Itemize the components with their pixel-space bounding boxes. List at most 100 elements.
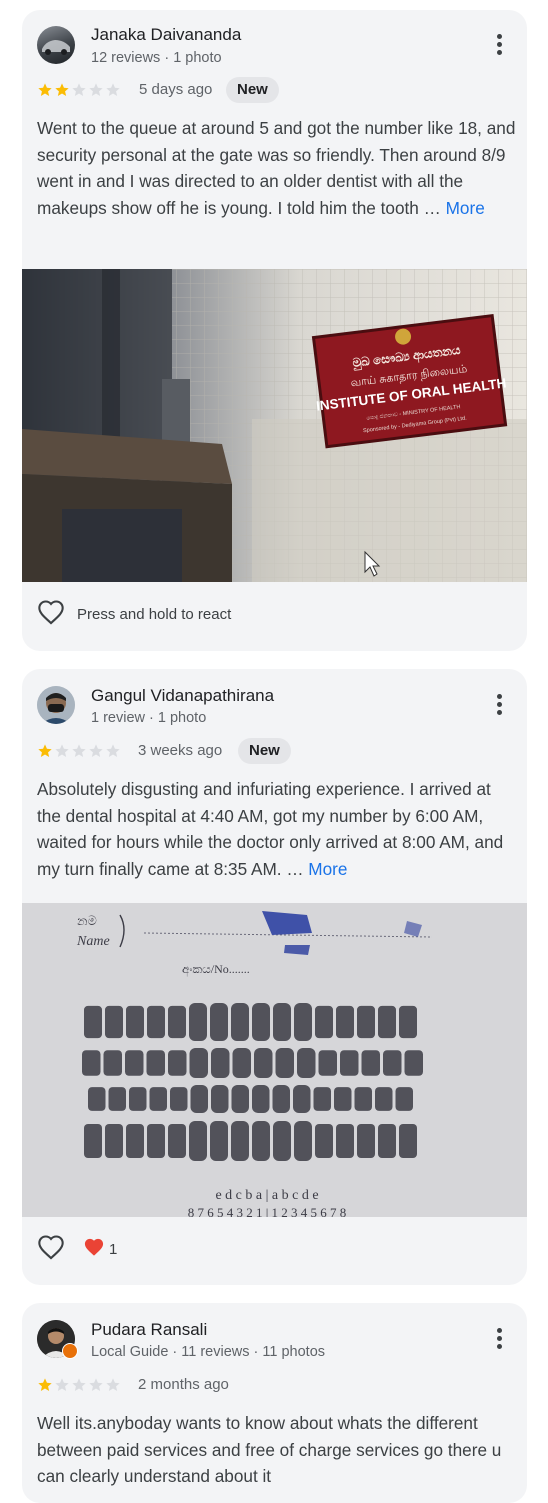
star-empty-icon [89, 83, 103, 96]
tooth-shape [170, 1087, 188, 1111]
star-empty-icon [55, 1378, 69, 1391]
more-options-icon[interactable] [495, 694, 503, 720]
tooth-shape [383, 1050, 402, 1076]
avatar[interactable] [37, 1320, 78, 1359]
tooth-shape [126, 1124, 144, 1158]
tooth-shape [315, 1005, 333, 1039]
tooth-shape [357, 1124, 375, 1158]
tooth-shape [336, 1124, 354, 1158]
star-empty-icon [72, 83, 86, 96]
tooth-shape [82, 1050, 101, 1076]
tooth-shape [313, 1087, 331, 1111]
review-card: Janaka Daivananda 12 reviews · 1 photo 5… [22, 10, 527, 651]
star-empty-icon [106, 1378, 120, 1391]
tooth-shape [254, 1048, 273, 1078]
permanent-teeth-numbers: 8 7 6 5 4 3 2 1 | 1 2 3 4 5 6 7 8 [188, 1205, 347, 1217]
tooth-shape [354, 1087, 372, 1111]
more-options-icon[interactable] [495, 34, 503, 60]
tooth-shape [126, 1005, 144, 1039]
star-filled-icon [55, 83, 69, 96]
clinic-sign-photo: මුඛ සෞඛ්‍ය ආයතනය வாய் சுகாதார நிலையம் IN… [22, 269, 527, 582]
review-card: Gangul Vidanapathirana 1 review · 1 phot… [22, 669, 527, 1285]
tooth-shape [399, 1124, 417, 1158]
star-empty-icon [55, 744, 69, 757]
tooth-shape [273, 1121, 291, 1161]
review-text-body: Went to the queue at around 5 and got th… [37, 118, 516, 218]
star-filled-icon [38, 1378, 52, 1391]
tooth-shape [211, 1085, 229, 1113]
tooth-shape [129, 1087, 147, 1111]
tooth-shape [404, 1050, 423, 1076]
tooth-shape [293, 1085, 311, 1113]
tooth-shape [189, 1121, 207, 1161]
star-empty-icon [72, 744, 86, 757]
heart-outline-icon[interactable] [37, 1234, 65, 1265]
tooth-shape [84, 1124, 102, 1158]
tooth-shape [272, 1085, 290, 1113]
review-text: Well its.anyboday wants to know about wh… [37, 1413, 502, 1487]
tooth-shape [168, 1005, 186, 1039]
tooth-shape [84, 1005, 102, 1039]
review-photo[interactable]: මුඛ සෞඛ්‍ය ආයතනය வாய் சுகாதார நிலையம் IN… [22, 269, 527, 582]
red-heart-icon[interactable] [83, 1237, 105, 1262]
star-empty-icon [89, 1378, 103, 1391]
reaction-count: 1 [109, 1240, 118, 1258]
new-badge: New [238, 738, 291, 764]
tooth-shape [147, 1005, 165, 1039]
more-link[interactable]: More [308, 859, 347, 879]
photo-label-si: නම [77, 913, 97, 928]
reviewer-name[interactable]: Gangul Vidanapathirana [91, 686, 274, 706]
reviewer-meta: 12 reviews · 1 photo [91, 50, 222, 66]
tooth-shape [318, 1050, 337, 1076]
tooth-shape [88, 1087, 106, 1111]
review-text: Went to the queue at around 5 and got th… [37, 115, 517, 221]
avatar[interactable] [37, 26, 75, 64]
react-hint: Press and hold to react [77, 605, 232, 623]
tooth-shape [189, 1048, 208, 1078]
reviewer-name[interactable]: Janaka Daivananda [91, 25, 241, 45]
tooth-shape [336, 1005, 354, 1039]
tooth-shape [108, 1087, 126, 1111]
reviewer-name[interactable]: Pudara Ransali [91, 1320, 207, 1340]
star-rating [37, 743, 122, 759]
star-filled-icon [38, 83, 52, 96]
tooth-shape [361, 1050, 380, 1076]
review-date: 3 weeks ago [138, 742, 223, 759]
local-guide-badge-icon [62, 1343, 78, 1359]
tooth-shape [168, 1050, 187, 1076]
tooth-shape [378, 1124, 396, 1158]
tooth-shape [340, 1050, 359, 1076]
tooth-shape [357, 1005, 375, 1039]
tooth-shape [395, 1087, 413, 1111]
tooth-shape [231, 1085, 249, 1113]
more-link[interactable]: More [446, 198, 485, 218]
new-badge: New [226, 77, 279, 103]
tooth-shape [149, 1087, 167, 1111]
heart-outline-icon[interactable] [37, 599, 65, 630]
primary-teeth-letters: e d c b a | a b c d e [215, 1188, 318, 1203]
dental-chart-photo: නම Name අංකය/No....... e d c b a | a b c… [22, 903, 527, 1217]
tooth-shape [252, 1085, 270, 1113]
tooth-shape [399, 1005, 417, 1039]
more-options-icon[interactable] [495, 1328, 503, 1354]
tooth-shape [231, 1121, 249, 1161]
star-empty-icon [106, 744, 120, 757]
review-photo[interactable]: නම Name අංකය/No....... e d c b a | a b c… [22, 903, 527, 1217]
tooth-shape [315, 1124, 333, 1158]
tooth-shape [273, 1003, 291, 1041]
star-empty-icon [106, 83, 120, 96]
tooth-shape [378, 1005, 396, 1039]
avatar[interactable] [37, 686, 75, 724]
tooth-shape [375, 1087, 393, 1111]
review-card: Pudara Ransali Local Guide · 11 reviews … [22, 1303, 527, 1503]
tooth-shape [294, 1121, 312, 1161]
star-rating [37, 82, 122, 98]
tooth-shape [275, 1048, 294, 1078]
tooth-shape [210, 1121, 228, 1161]
star-rating [37, 1377, 122, 1393]
car-icon [42, 40, 70, 55]
review-text: Absolutely disgusting and infuriating ex… [37, 776, 517, 882]
tooth-shape [252, 1003, 270, 1041]
tooth-shape [125, 1050, 144, 1076]
tooth-shape [189, 1003, 207, 1041]
